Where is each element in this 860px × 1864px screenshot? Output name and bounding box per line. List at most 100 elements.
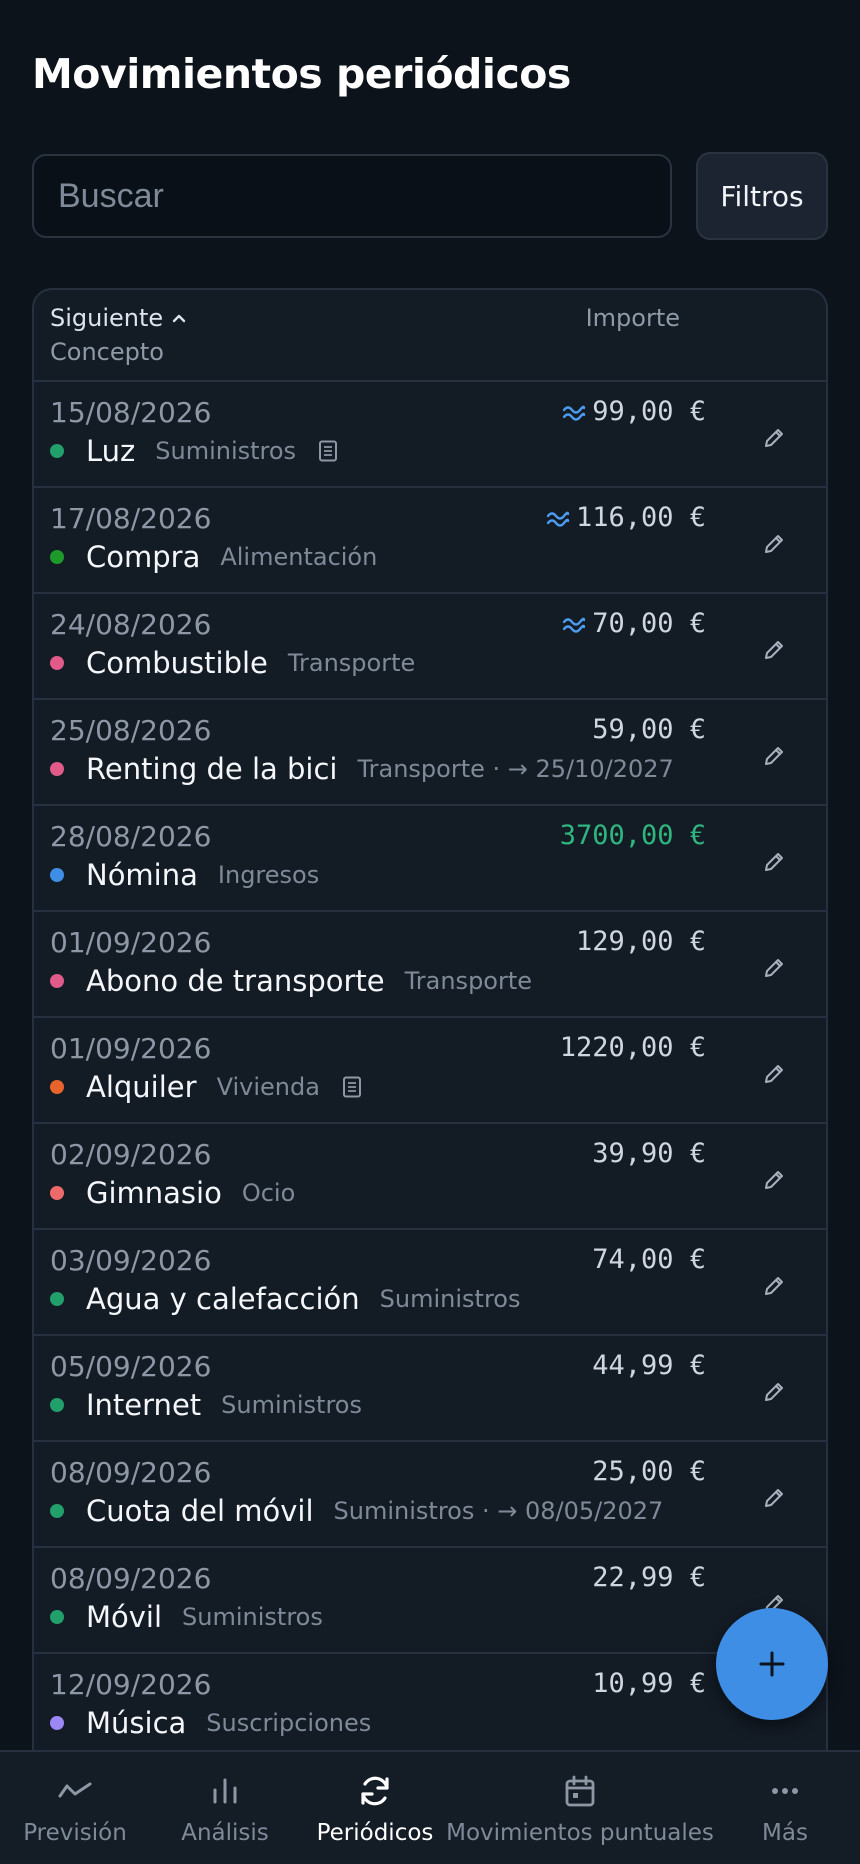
row-category: Suscripciones (206, 1709, 372, 1737)
category-dot (50, 550, 64, 564)
trend-icon (58, 1782, 92, 1798)
edit-button[interactable] (754, 1478, 794, 1518)
plus-icon (759, 1651, 785, 1677)
row-name: Nómina (86, 858, 198, 892)
row-details: Combustible Transporte (50, 646, 415, 680)
table-row[interactable]: 28/08/2026 Nómina Ingresos 3700,00 € (34, 806, 826, 912)
row-category: Transporte (404, 967, 533, 995)
category-dot (50, 444, 64, 458)
table-row[interactable]: 03/09/2026 Agua y calefacción Suministros 7… (34, 1230, 826, 1336)
edit-button[interactable] (754, 842, 794, 882)
row-date: 05/09/2026 (50, 1350, 212, 1383)
amount-value: 116,00 € (575, 502, 706, 533)
row-category: Vivienda (216, 1073, 320, 1101)
table-row[interactable]: 12/09/2026 Música Suscripciones 10,99 € (34, 1654, 826, 1760)
pencil-icon (765, 959, 783, 977)
row-name: Cuota del móvil (86, 1494, 314, 1528)
row-category: Ingresos (217, 861, 320, 889)
edit-button[interactable] (754, 1054, 794, 1094)
row-name: Renting de la bici (86, 752, 338, 786)
row-amount: 59,00 € (592, 714, 706, 745)
table-row[interactable]: 08/09/2026 Cuota del móvil Suministros · →… (34, 1442, 826, 1548)
row-name: Abono de transporte (86, 964, 385, 998)
edit-button[interactable] (754, 418, 794, 458)
pencil-icon (765, 641, 783, 659)
table-row[interactable]: 24/08/2026 Combustible Transporte 70,00 € (34, 594, 826, 700)
nav-label: Más (762, 1820, 808, 1846)
table-row[interactable]: 25/08/2026 Renting de la bici Transporte ·… (34, 700, 826, 806)
note-icon (342, 1076, 361, 1098)
row-details: Agua y calefacción Suministros (50, 1282, 520, 1316)
row-category: Ocio (241, 1179, 296, 1207)
row-name: Luz (86, 434, 136, 468)
nav-icon-wrap (765, 1774, 805, 1808)
approximate-icon (563, 617, 586, 633)
row-date: 01/09/2026 (50, 926, 212, 959)
bar-chart-icon (213, 1778, 237, 1804)
row-amount: 25,00 € (592, 1456, 706, 1487)
nav-icon-wrap (55, 1774, 95, 1808)
row-details: Gimnasio Ocio (50, 1176, 295, 1210)
row-amount: 3700,00 € (560, 820, 706, 851)
table-row[interactable]: 05/09/2026 Internet Suministros 44,99 € (34, 1336, 826, 1442)
row-details: Abono de transporte Transporte (50, 964, 532, 998)
row-date: 08/09/2026 (50, 1562, 212, 1595)
more-icon (772, 1788, 798, 1794)
sort-header[interactable]: Siguiente (50, 304, 187, 332)
amount-value: 1220,00 € (559, 1032, 706, 1063)
edit-button[interactable] (754, 736, 794, 776)
page-title: Movimientos periódicos (32, 50, 571, 98)
nav-label: Previsión (23, 1820, 127, 1846)
table-row[interactable]: 01/09/2026 Abono de transporte Transporte 1… (34, 912, 826, 1018)
amount-header: Importe (585, 304, 680, 332)
row-details: Luz Suministros (50, 434, 338, 468)
table-row[interactable]: 08/09/2026 Móvil Suministros 22,99 € (34, 1548, 826, 1654)
nav-label: Análisis (181, 1820, 269, 1846)
pencil-icon (765, 1171, 783, 1189)
edit-button[interactable] (754, 630, 794, 670)
edit-button[interactable] (754, 1372, 794, 1412)
nav-item-calendar[interactable]: Movimientos puntuales (446, 1752, 714, 1864)
amount-value: 74,00 € (592, 1244, 706, 1275)
table-row[interactable]: 17/08/2026 Compra Alimentación 116,00 € (34, 488, 826, 594)
pencil-icon (765, 1489, 783, 1507)
table-row[interactable]: 02/09/2026 Gimnasio Ocio 39,90 € (34, 1124, 826, 1230)
search-input[interactable] (32, 154, 672, 238)
chevron-up-icon (172, 314, 186, 323)
table-header: Siguiente Concepto Importe (34, 290, 826, 382)
amount-value: 59,00 € (592, 714, 706, 745)
row-amount: 116,00 € (546, 502, 706, 533)
table-row[interactable]: 15/08/2026 Luz Suministros 99,00 € (34, 382, 826, 488)
amount-value: 25,00 € (592, 1456, 706, 1487)
pencil-icon (765, 747, 783, 765)
nav-item-refresh[interactable]: Periódicos (265, 1752, 485, 1864)
row-date: 01/09/2026 (50, 1032, 212, 1065)
category-dot (50, 1292, 64, 1306)
edit-button[interactable] (754, 1160, 794, 1200)
sort-label: Siguiente (50, 304, 164, 332)
nav-label: Periódicos (316, 1820, 434, 1846)
row-date: 03/09/2026 (50, 1244, 212, 1277)
row-details: Internet Suministros (50, 1388, 362, 1422)
approximate-icon (563, 405, 586, 421)
nav-item-more[interactable]: Más (675, 1752, 860, 1864)
category-dot (50, 1398, 64, 1412)
amount-value: 70,00 € (592, 608, 706, 639)
nav-icon-wrap (560, 1774, 600, 1808)
row-amount: 99,00 € (562, 396, 706, 427)
filters-button[interactable]: Filtros (696, 152, 828, 240)
nav-icon-wrap (355, 1774, 395, 1808)
amount-value: 39,90 € (592, 1138, 706, 1169)
add-button[interactable] (716, 1608, 828, 1720)
row-name: Alquiler (86, 1070, 197, 1104)
edit-button[interactable] (754, 1266, 794, 1306)
row-details: Nómina Ingresos (50, 858, 319, 892)
row-name: Música (86, 1706, 187, 1740)
amount-value: 44,99 € (592, 1350, 706, 1381)
row-details: Compra Alimentación (50, 540, 377, 574)
edit-button[interactable] (754, 524, 794, 564)
row-details: Cuota del móvil Suministros · → 08/05/202… (50, 1494, 663, 1528)
edit-button[interactable] (754, 948, 794, 988)
row-amount: 70,00 € (562, 608, 706, 639)
table-row[interactable]: 01/09/2026 Alquiler Vivienda 1220,00 € (34, 1018, 826, 1124)
